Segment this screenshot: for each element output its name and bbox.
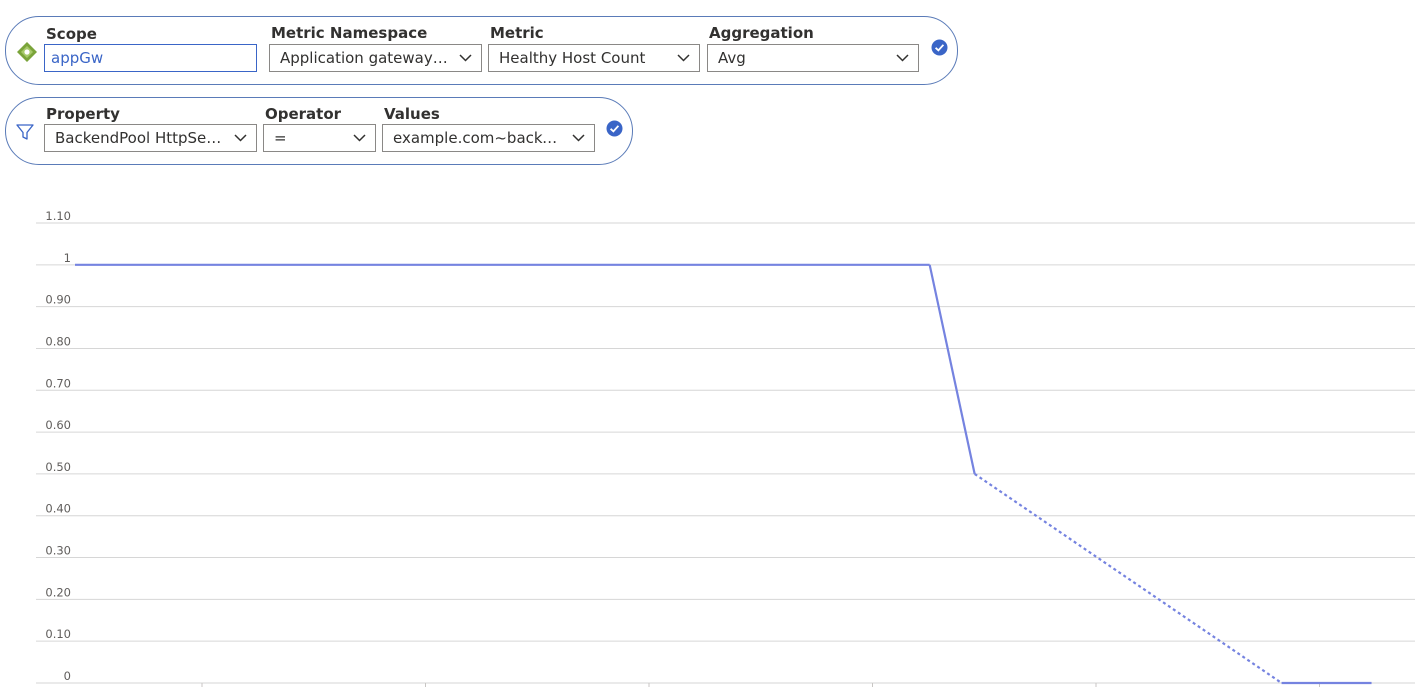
series-segment [928,264,976,475]
values-dropdown[interactable]: example.com~backen... [382,124,595,152]
aggregation-value: Avg [718,49,746,67]
aggregation-dropdown[interactable]: Avg [707,44,919,72]
chart-gridlines [36,222,1415,684]
values-value: example.com~backen... [393,129,576,147]
check-circle-icon[interactable] [606,120,623,137]
scope-metric-selector: Scope appGw Metric Namespace Application… [5,16,958,85]
chevron-down-icon [677,54,690,62]
y-tick-label: 0.70 [45,376,71,390]
chevron-down-icon [572,134,585,142]
y-axis-labels: 1.10 1 0.90 0.80 0.70 0.60 0.50 0.40 0.30 0.20 0.1… [45,209,71,683]
chevron-down-icon [234,134,247,142]
scope-label: Scope [46,25,97,43]
y-tick-label: 0.80 [45,334,71,348]
metric-namespace-label: Metric Namespace [271,24,428,42]
operator-dropdown[interactable]: = [263,124,376,152]
operator-label: Operator [265,105,342,123]
y-tick-label: 0.20 [45,585,71,599]
metric-namespace-dropdown[interactable]: Application gateway s... [269,44,482,72]
funnel-filter-icon [16,124,34,140]
y-tick-label: 1.10 [45,209,71,223]
y-tick-label: 0.10 [45,627,71,641]
property-value: BackendPool HttpSett... [55,129,233,147]
y-tick-label: 0 [64,669,71,683]
aggregation-label: Aggregation [709,24,814,42]
filter-selector: Property BackendPool HttpSett... Operato… [5,97,633,165]
y-tick-label: 0.40 [45,502,71,516]
metric-line-chart: 1.10 1 0.90 0.80 0.70 0.60 0.50 0.40 0.30 0.20 0.1… [36,209,1415,687]
chevron-down-icon [459,54,472,62]
x-axis-ticks [201,683,1320,687]
values-label: Values [384,105,440,123]
property-dropdown[interactable]: BackendPool HttpSett... [44,124,257,152]
metric-namespace-value: Application gateway s... [280,49,460,67]
chevron-down-icon [896,54,909,62]
metric-value: Healthy Host Count [499,49,646,67]
y-tick-label: 0.50 [45,460,71,474]
resource-diamond-icon [17,42,37,62]
chevron-down-icon [353,134,366,142]
property-label: Property [46,105,120,123]
metric-label: Metric [490,24,544,42]
y-tick-label: 0.60 [45,418,71,432]
y-tick-label: 0.30 [45,544,71,558]
y-tick-label: 1 [64,251,71,265]
series-segment-dashed [974,472,1283,684]
y-tick-label: 0.90 [45,293,71,307]
metric-dropdown[interactable]: Healthy Host Count [488,44,700,72]
scope-input[interactable]: appGw [44,44,257,72]
check-circle-icon[interactable] [931,39,948,56]
